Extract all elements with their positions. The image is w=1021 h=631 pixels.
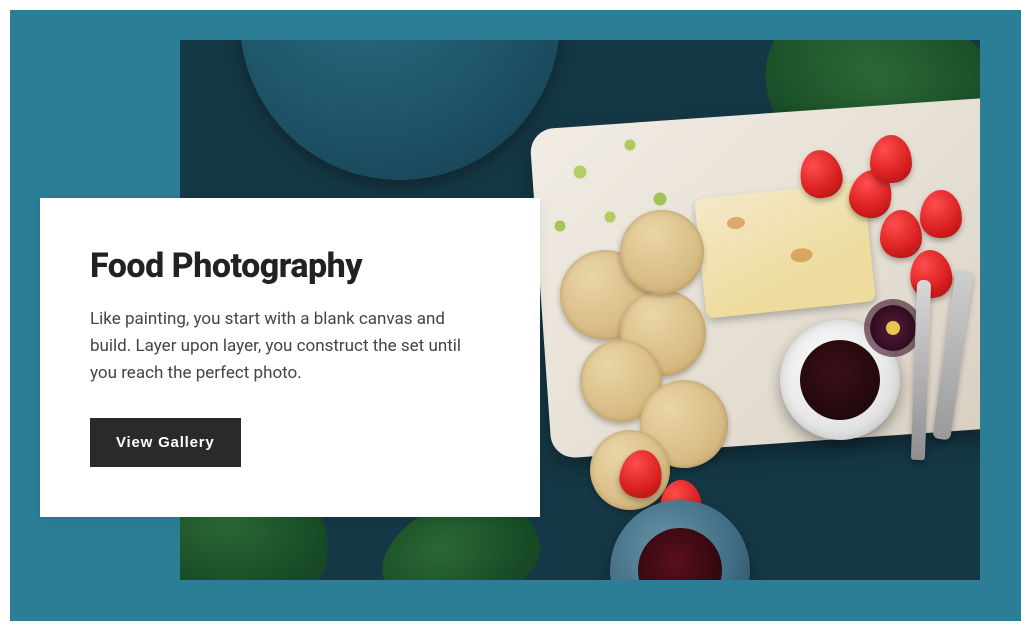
hero-section: Food Photography Like painting, you star… [10,10,1021,621]
card-title: Food Photography [90,246,490,286]
edible-flower [870,305,916,351]
plate-decoration [240,40,560,180]
view-gallery-button[interactable]: View Gallery [90,418,241,467]
wine-glass [610,500,750,580]
content-card: Food Photography Like painting, you star… [40,198,540,517]
card-description: Like painting, you start with a blank ca… [90,306,490,388]
